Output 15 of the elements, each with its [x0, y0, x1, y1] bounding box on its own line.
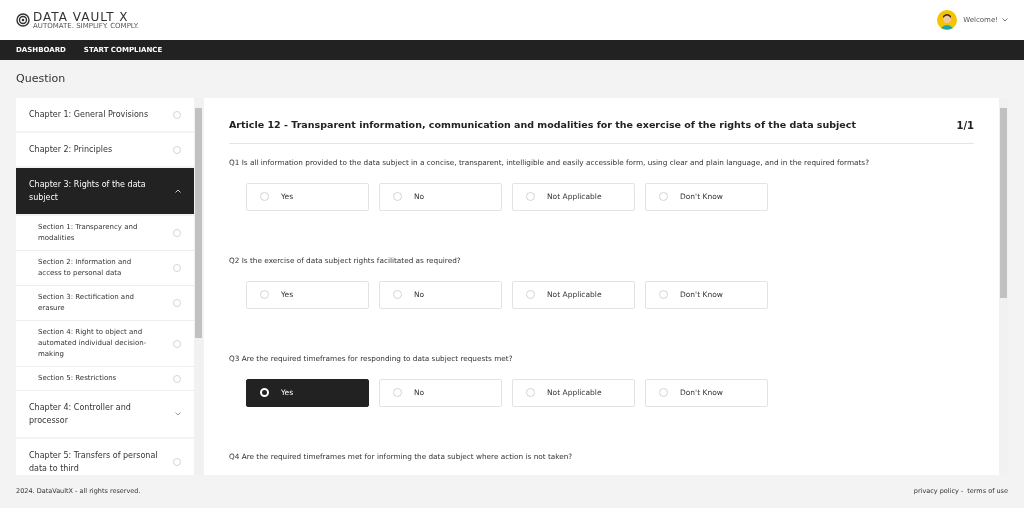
brand-name: DATA VAULT X — [33, 10, 129, 23]
article-title: Article 12 - Transparent information, communication and modalities for the exercise of the rights of the data subject — [229, 118, 856, 133]
scrollbar-thumb[interactable] — [1000, 108, 1007, 298]
chapter-label: Chapter 3: Rights of the data subject — [29, 179, 147, 204]
scrollbar-thumb[interactable] — [195, 108, 202, 338]
page-counter: 1/1 — [956, 119, 974, 133]
chapter-item[interactable]: Chapter 3: Rights of the data subject — [16, 168, 194, 216]
chapter-label: Chapter 2: Principles — [29, 144, 114, 156]
avatar-icon[interactable] — [937, 10, 958, 30]
chapter-label: Chapter 1: General Provisions — [29, 109, 150, 121]
chapter-label: Chapter 4: Controller and processor — [29, 402, 132, 427]
chapter-label: Chapter 5: Transfers of personal data to third — [29, 450, 159, 475]
chevron-down-icon — [1002, 18, 1008, 22]
page-title: Question — [16, 70, 66, 87]
vault-dial-icon — [16, 13, 30, 27]
